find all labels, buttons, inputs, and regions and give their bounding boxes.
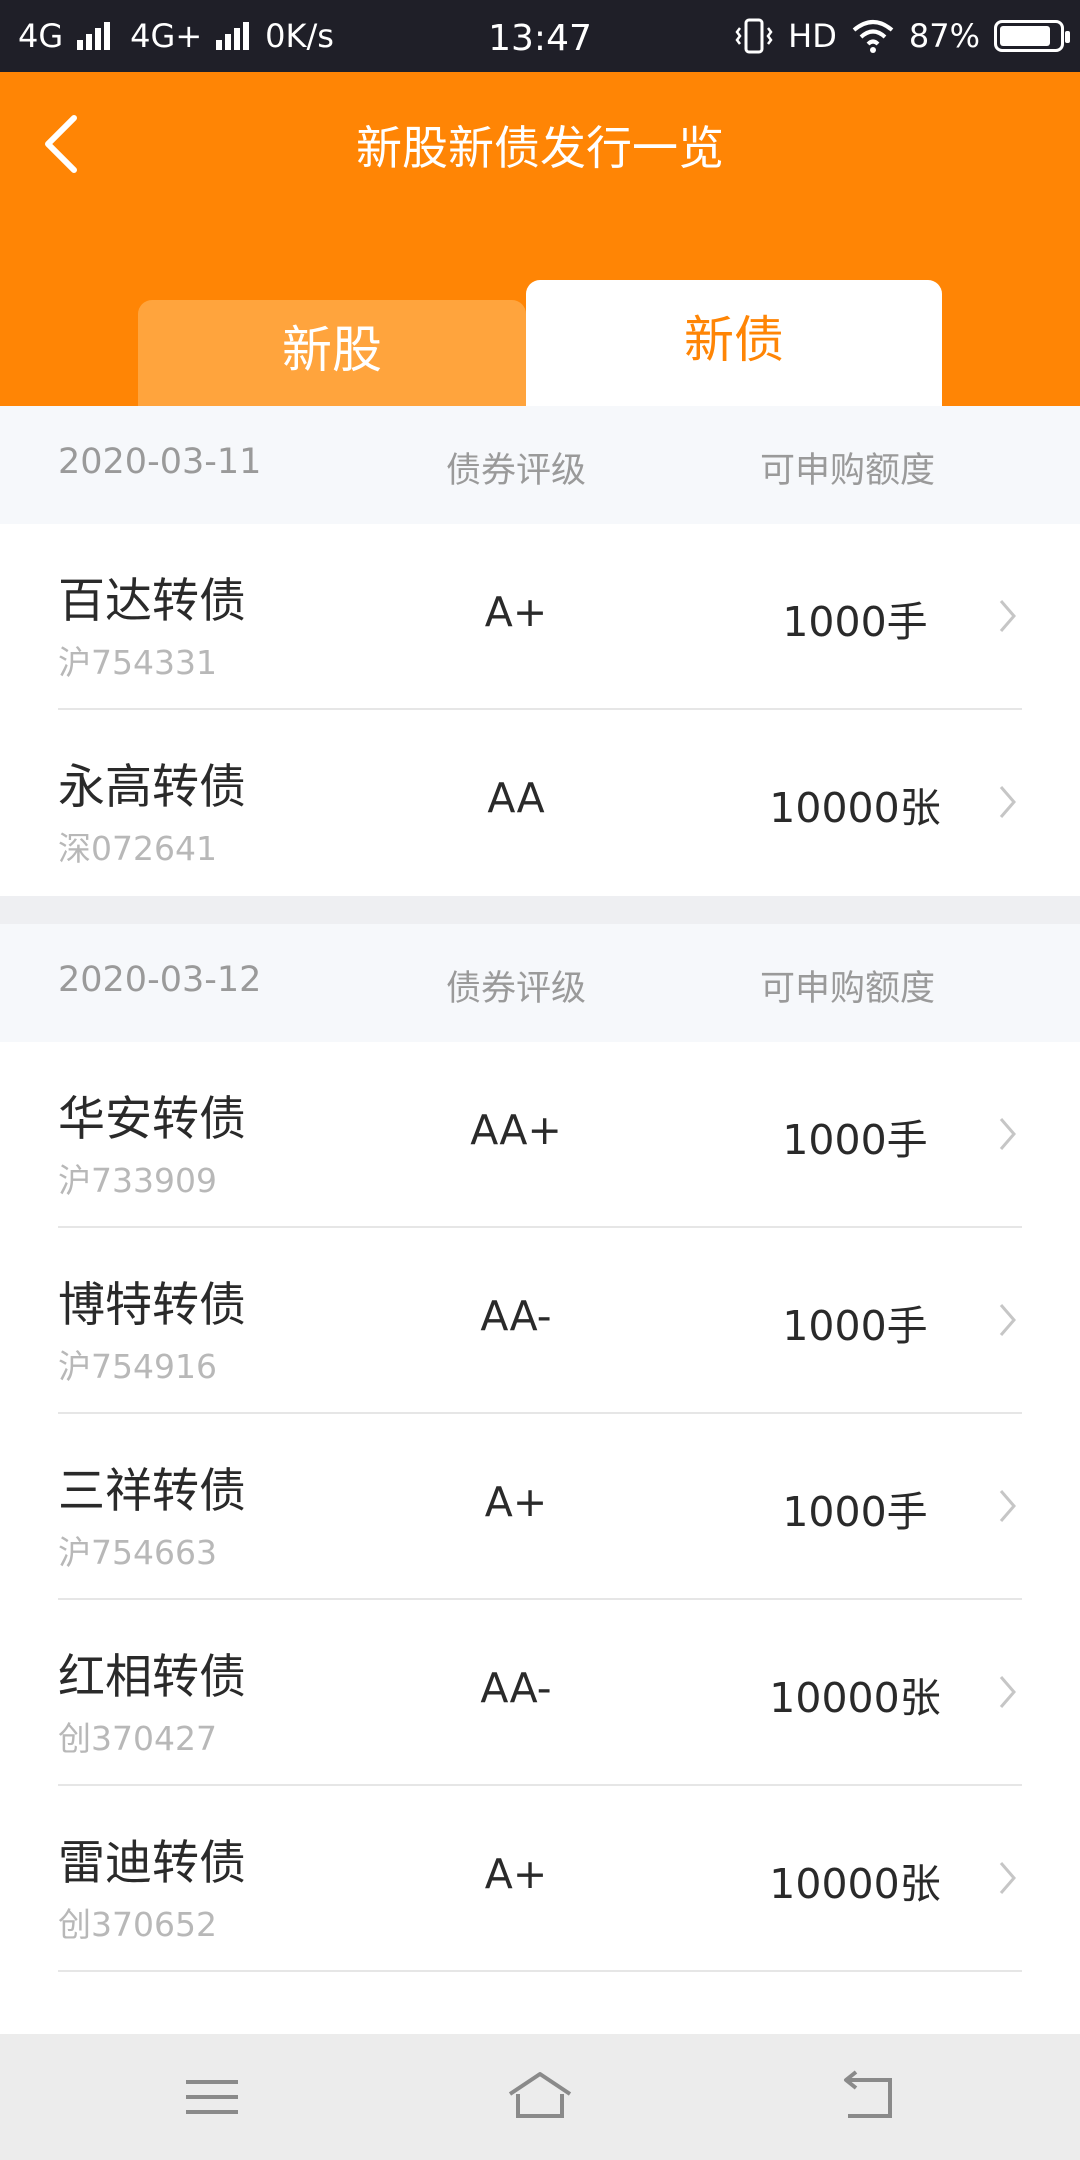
column-quota-header: 可申购额度 — [760, 451, 936, 491]
menu-icon — [186, 2080, 238, 2114]
bond-code: 深072641 — [58, 829, 217, 868]
bond-quota: 10000张 — [769, 1860, 941, 1908]
bond-row[interactable]: 华安转债 沪733909 AA+ 1000手 — [0, 1042, 1080, 1228]
bond-row[interactable]: 博特转债 沪754916 AA- 1000手 — [0, 1228, 1080, 1414]
bond-row[interactable]: 雷迪转债 创370652 A+ 10000张 — [0, 1786, 1080, 1972]
bond-list: 2020-03-11 债券评级 可申购额度 百达转债 沪754331 A+ 10… — [0, 406, 1080, 1972]
chevron-right-icon — [999, 600, 1016, 632]
nav-back-button[interactable] — [828, 2064, 908, 2130]
header: 新股新债发行一览 新股 新债 — [0, 72, 1080, 406]
home-icon — [508, 2072, 572, 2118]
bond-row[interactable]: 永高转债 深072641 AA 10000张 — [0, 710, 1080, 896]
chevron-right-icon — [999, 1676, 1016, 1708]
wifi-icon — [852, 20, 894, 53]
chevron-right-icon — [999, 786, 1016, 818]
bond-code: 沪733909 — [58, 1161, 217, 1200]
bond-row[interactable]: 百达转债 沪754331 A+ 1000手 — [0, 524, 1080, 710]
chevron-right-icon — [999, 1490, 1016, 1522]
bond-row[interactable]: 三祥转债 沪754663 A+ 1000手 — [0, 1414, 1080, 1600]
tab-new-stocks[interactable]: 新股 — [138, 300, 526, 406]
group-header: 2020-03-12 债券评级 可申购额度 — [0, 924, 1080, 1042]
bond-code: 创370427 — [58, 1719, 217, 1758]
bond-code: 沪754916 — [58, 1347, 217, 1386]
bond-code: 沪754663 — [58, 1533, 217, 1572]
bond-quota: 1000手 — [782, 598, 928, 646]
bond-quota: 1000手 — [782, 1116, 928, 1164]
bond-quota: 1000手 — [782, 1302, 928, 1350]
bond-row[interactable]: 红相转债 创370427 AA- 10000张 — [0, 1600, 1080, 1786]
return-icon — [844, 2070, 892, 2118]
nav-menu-button[interactable] — [172, 2064, 252, 2130]
nav-home-button[interactable] — [500, 2064, 580, 2130]
column-quota-header: 可申购额度 — [760, 969, 936, 1009]
chevron-right-icon — [999, 1304, 1016, 1336]
row-divider — [58, 1970, 1022, 1972]
system-nav-bar — [0, 2034, 1080, 2160]
bond-code: 创370652 — [58, 1905, 217, 1944]
chevron-right-icon — [999, 1862, 1016, 1894]
battery-icon — [994, 20, 1070, 52]
page-title: 新股新债发行一览 — [356, 121, 724, 175]
battery-percent: 87% — [908, 17, 980, 55]
vibrate-icon — [735, 18, 773, 54]
bond-code: 沪754331 — [58, 643, 217, 682]
hd-label: HD — [788, 17, 837, 55]
bond-quota: 10000张 — [769, 1674, 941, 1722]
bond-quota: 10000张 — [769, 784, 941, 832]
bond-quota: 1000手 — [782, 1488, 928, 1536]
tab-new-bonds[interactable]: 新债 — [526, 280, 942, 406]
status-bar: 4G 4G+ 0K/s 13:47 HD 87% — [0, 0, 1080, 72]
group-header: 2020-03-11 债券评级 可申购额度 — [0, 406, 1080, 524]
group-separator — [0, 896, 1080, 924]
status-right: HD 87% — [734, 0, 1070, 72]
chevron-right-icon — [999, 1118, 1016, 1150]
